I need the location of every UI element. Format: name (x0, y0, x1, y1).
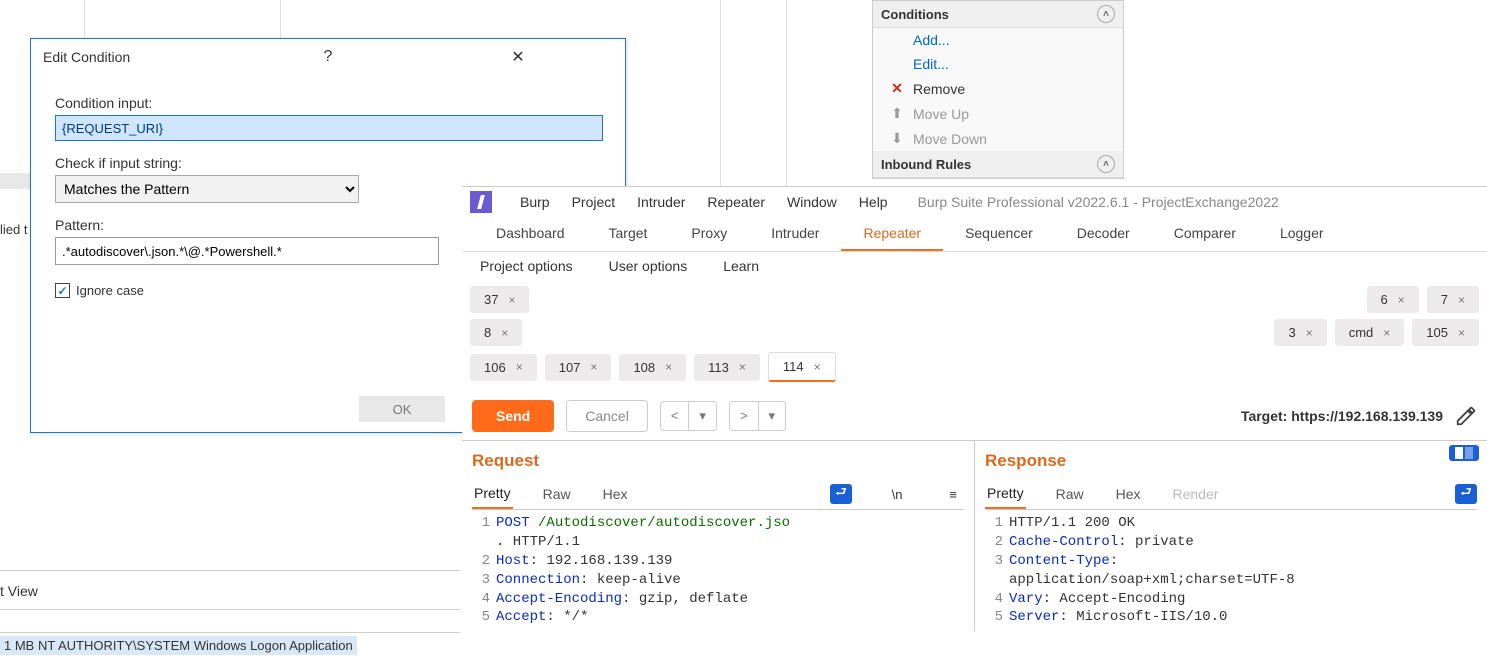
rep-tab-6[interactable]: 6× (1367, 286, 1419, 313)
res-tab-hex[interactable]: Hex (1114, 480, 1143, 508)
check-select[interactable]: Matches the Pattern (55, 175, 359, 203)
close-tab-icon[interactable]: × (1458, 326, 1465, 340)
sub-tabs: Project options User options Learn (462, 252, 1487, 280)
partial-text: lied t (0, 222, 27, 237)
close-tab-icon[interactable]: × (665, 360, 672, 374)
conditions-panel: Conditions ˄ Add... Edit... ✕Remove ⬆Mov… (872, 0, 1124, 179)
condition-input-label: Condition input: (55, 95, 605, 111)
menu-help[interactable]: Help (859, 194, 888, 210)
close-tab-icon[interactable]: × (1383, 326, 1390, 340)
target-label: Target: https://192.168.139.139 (1241, 408, 1443, 424)
burp-logo-icon (470, 191, 492, 213)
rep-tab-107[interactable]: 107× (545, 354, 612, 381)
close-tab-icon[interactable]: × (1306, 326, 1313, 340)
repeater-tabs: 37× 6× 7× 8× 3× cmd× 105× 106× 107× 108×… (462, 280, 1487, 390)
remove-condition[interactable]: ✕Remove (873, 76, 1123, 101)
close-icon[interactable]: ✕ (423, 47, 613, 67)
close-tab-icon[interactable]: × (501, 326, 508, 340)
menu-repeater[interactable]: Repeater (707, 194, 765, 210)
window-title: Burp Suite Professional v2022.6.1 - Proj… (918, 194, 1279, 210)
res-tab-pretty[interactable]: Pretty (985, 479, 1026, 509)
tab-comparer[interactable]: Comparer (1152, 217, 1258, 251)
tab-intruder[interactable]: Intruder (749, 217, 841, 251)
rep-tab-106[interactable]: 106× (470, 354, 537, 381)
menu-burp[interactable]: Burp (520, 194, 550, 210)
move-up: ⬆Move Up (873, 101, 1123, 126)
burp-window: Burp Project Intruder Repeater Window He… (462, 186, 1487, 663)
close-tab-icon[interactable]: × (1458, 293, 1465, 307)
process-row[interactable]: 1 MB NT AUTHORITY\SYSTEM Windows Logon A… (0, 636, 357, 655)
rep-tab-105[interactable]: 105× (1412, 319, 1479, 346)
req-tab-pretty[interactable]: Pretty (472, 479, 513, 509)
close-tab-icon[interactable]: × (1398, 293, 1405, 307)
res-tab-render: Render (1171, 480, 1221, 508)
response-body[interactable]: 1HTTP/1.1 200 OK2Cache-Control: private3… (985, 510, 1477, 627)
menu-window[interactable]: Window (787, 194, 837, 210)
req-tab-hex[interactable]: Hex (601, 480, 630, 508)
collapse-icon[interactable]: ˄ (1097, 5, 1115, 23)
tab-user-options[interactable]: User options (609, 258, 688, 274)
pattern-input[interactable] (55, 237, 439, 265)
rep-tab-cmd[interactable]: cmd× (1335, 319, 1405, 346)
menu-bar: Burp Project Intruder Repeater Window He… (462, 187, 1487, 217)
ignore-case-checkbox[interactable]: ✓ (55, 283, 70, 298)
next-request-button[interactable]: >▾ (729, 401, 786, 431)
ok-button[interactable]: OK (359, 396, 445, 422)
main-tabs: Dashboard Target Proxy Intruder Repeater… (462, 217, 1487, 252)
cancel-button[interactable]: Cancel (566, 400, 648, 432)
tab-sequencer[interactable]: Sequencer (943, 217, 1055, 251)
tab-decoder[interactable]: Decoder (1055, 217, 1152, 251)
rep-tab-114[interactable]: 114× (768, 352, 836, 382)
rep-tab-3[interactable]: 3× (1274, 319, 1326, 346)
check-label: Check if input string: (55, 155, 605, 171)
inbound-header: Inbound Rules (881, 157, 1097, 172)
menu-intruder[interactable]: Intruder (637, 194, 685, 210)
rep-tab-108[interactable]: 108× (619, 354, 686, 381)
close-tab-icon[interactable]: × (508, 293, 515, 307)
tab-target[interactable]: Target (587, 217, 670, 251)
tab-repeater[interactable]: Repeater (841, 217, 943, 251)
menu-project[interactable]: Project (572, 194, 616, 210)
res-tab-raw[interactable]: Raw (1054, 480, 1086, 508)
request-pane: Request Pretty Raw Hex ⮐ \n ≡ 1POST /Aut… (462, 441, 974, 631)
tab-learn[interactable]: Learn (723, 258, 759, 274)
tab-proxy[interactable]: Proxy (669, 217, 749, 251)
response-heading: Response (985, 451, 1477, 471)
request-heading: Request (472, 451, 964, 471)
close-tab-icon[interactable]: × (739, 360, 746, 374)
rep-tab-37[interactable]: 37× (470, 286, 529, 313)
edit-target-icon[interactable] (1455, 405, 1477, 427)
down-icon: ⬇ (889, 130, 905, 147)
condition-input[interactable] (55, 115, 603, 141)
edit-condition[interactable]: Edit... (873, 52, 1123, 76)
rep-tab-113[interactable]: 113× (694, 354, 760, 381)
add-condition[interactable]: Add... (873, 28, 1123, 52)
close-tab-icon[interactable]: × (590, 360, 597, 374)
collapse-icon[interactable]: ˄ (1097, 155, 1115, 173)
help-icon[interactable]: ? (233, 48, 423, 66)
request-body[interactable]: 1POST /Autodiscover/autodiscover.jso . H… (472, 510, 964, 627)
rep-tab-8[interactable]: 8× (470, 319, 522, 346)
move-down: ⬇Move Down (873, 126, 1123, 151)
close-tab-icon[interactable]: × (516, 360, 523, 374)
prev-request-button[interactable]: <▾ (660, 401, 717, 431)
rep-tab-7[interactable]: 7× (1427, 286, 1479, 313)
send-button[interactable]: Send (472, 400, 554, 432)
hamburger-icon[interactable]: ≡ (942, 484, 964, 504)
close-tab-icon[interactable]: × (814, 360, 821, 374)
wrap-icon[interactable]: ⮐ (1455, 484, 1477, 504)
tab-dashboard[interactable]: Dashboard (474, 217, 587, 251)
tab-project-options[interactable]: Project options (480, 258, 573, 274)
view-label: t View (0, 583, 38, 599)
dialog-title: Edit Condition (43, 49, 233, 65)
newline-icon[interactable]: \n (886, 484, 908, 504)
ignore-case-label: Ignore case (76, 283, 144, 298)
req-tab-raw[interactable]: Raw (541, 480, 573, 508)
conditions-header: Conditions (881, 7, 1097, 22)
remove-icon: ✕ (889, 80, 905, 97)
response-pane: Response Pretty Raw Hex Render ⮐ 1HTTP/1… (974, 441, 1487, 631)
up-icon: ⬆ (889, 105, 905, 122)
tab-logger[interactable]: Logger (1258, 217, 1346, 251)
wrap-icon[interactable]: ⮐ (830, 484, 852, 504)
